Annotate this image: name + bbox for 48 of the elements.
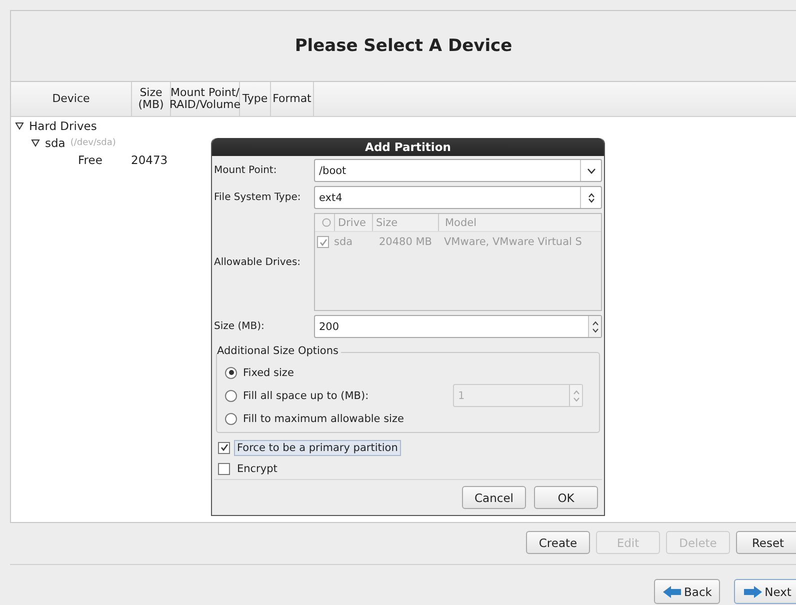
field-label: File System Type: — [214, 192, 302, 203]
group-legend: Additional Size Options — [217, 345, 342, 357]
nav-button[interactable]: Next — [734, 579, 796, 604]
device-name: sda — [45, 136, 66, 150]
radio-label[interactable]: Fill to maximum allowable size — [243, 412, 404, 424]
drive-cell-text: VMware, VMware Virtual S — [443, 236, 583, 248]
expander-icon[interactable] — [15, 122, 24, 130]
expander-icon[interactable] — [31, 138, 40, 146]
checkbox-label[interactable]: Force to be a primary partition — [234, 440, 401, 456]
checkbox-label[interactable]: Encrypt — [234, 460, 280, 476]
column-header[interactable]: Type — [240, 82, 271, 116]
file-system-select[interactable]: ext4 — [314, 186, 602, 209]
size-cell: 20473 — [131, 152, 168, 166]
dialog-button[interactable]: Cancel — [462, 486, 526, 509]
column-header[interactable]: Size (MB) — [132, 82, 171, 116]
drive-cell-text: 20480 MB — [378, 236, 433, 248]
field-label: Allowable Drives: — [214, 256, 302, 268]
device-name: Free — [78, 152, 102, 166]
column-header[interactable]: Format — [271, 82, 314, 116]
action-button[interactable]: Reset — [736, 531, 796, 554]
device-path: (/dev/sda) — [70, 138, 116, 148]
up-down-icon — [588, 192, 594, 202]
field-label: Mount Point: — [214, 165, 278, 176]
size-spin-field[interactable]: 200 — [314, 315, 602, 338]
right-arrow-icon — [742, 584, 763, 598]
action-button[interactable]: Create — [526, 531, 590, 554]
dialog-title: Add Partition — [212, 138, 604, 156]
left-arrow-icon — [662, 584, 682, 598]
radio-label[interactable]: Fixed size — [243, 366, 294, 378]
checkbox[interactable] — [218, 442, 230, 454]
column-header[interactable]: Device — [11, 82, 132, 116]
circle-icon — [322, 218, 330, 227]
radio-button[interactable] — [225, 390, 237, 402]
dialog-button[interactable]: OK — [534, 486, 598, 509]
spin-arrows-icon — [592, 320, 598, 334]
field-label: Size (MB): — [214, 321, 266, 332]
spin-arrows-icon — [572, 388, 580, 402]
radio-button[interactable] — [225, 412, 237, 424]
nav-button[interactable]: Back — [654, 579, 720, 604]
column-header[interactable]: Mount Point/ RAID/Volume — [171, 82, 240, 116]
device-name: Hard Drives — [29, 118, 97, 132]
checkbox[interactable] — [218, 462, 230, 474]
radio-button[interactable] — [225, 366, 237, 378]
dropdown-icon — [586, 168, 596, 174]
page-title: Please Select A Device — [294, 36, 512, 56]
mount-point-combo[interactable]: /boot — [314, 159, 602, 182]
radio-label[interactable]: Fill all space up to (MB): — [243, 390, 369, 402]
drive-cell-text: sda — [333, 236, 354, 248]
